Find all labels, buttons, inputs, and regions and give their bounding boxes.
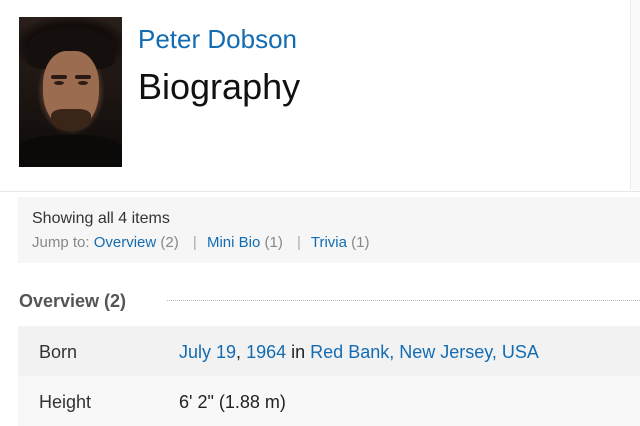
jump-link-overview[interactable]: Overview (94, 234, 157, 251)
photo-eye-right (78, 81, 88, 85)
photo-eye-left (54, 81, 64, 85)
photo-brow-right (75, 75, 91, 79)
table-row-height: Height 6' 2" (1.88 m) (18, 376, 640, 426)
jump-separator: | (297, 234, 301, 251)
photo-jacket (19, 135, 122, 167)
photo-brow-left (51, 75, 67, 79)
birth-date-link[interactable]: July 19 (179, 342, 236, 362)
jump-to-nav: Jump to: Overview (2) | Mini Bio (1) | T… (32, 233, 369, 253)
header-divider (0, 191, 640, 192)
table-row-born: Born July 19, 1964 in Red Bank, New Jers… (18, 326, 640, 377)
overview-heading: Overview (2) (19, 291, 127, 311)
jump-link-trivia[interactable]: Trivia (311, 234, 347, 251)
height-value: 6' 2" (1.88 m) (179, 392, 286, 412)
items-count-text: Showing all 4 items (32, 210, 170, 227)
bio-header: Peter Dobson Biography (0, 0, 640, 190)
profile-photo[interactable] (19, 17, 122, 167)
sidebar-edge (630, 0, 640, 190)
birth-year-link[interactable]: 1964 (246, 342, 286, 362)
height-label: Height (39, 392, 92, 412)
jump-count-mini-bio: (1) (264, 234, 283, 251)
in-text: in (291, 342, 306, 362)
jump-count-trivia: (1) (351, 234, 370, 251)
jump-panel: Showing all 4 items Jump to: Overview (2… (18, 197, 640, 263)
jump-count-overview: (2) (160, 234, 179, 251)
born-label: Born (39, 342, 78, 362)
person-name-link[interactable]: Peter Dobson (138, 22, 297, 56)
jump-separator: | (192, 234, 197, 251)
born-value: July 19, 1964 in Red Bank, New Jersey, U… (179, 341, 539, 363)
photo-beard (51, 109, 91, 131)
page-title: Biography (138, 66, 301, 107)
overview-heading-rule (167, 300, 640, 301)
jump-to-label: Jump to: (32, 234, 90, 251)
date-comma: , (236, 342, 242, 362)
overview-table: Born July 19, 1964 in Red Bank, New Jers… (18, 326, 640, 426)
jump-link-mini-bio[interactable]: Mini Bio (207, 234, 260, 251)
birth-place-link[interactable]: Red Bank, New Jersey, USA (310, 342, 539, 362)
